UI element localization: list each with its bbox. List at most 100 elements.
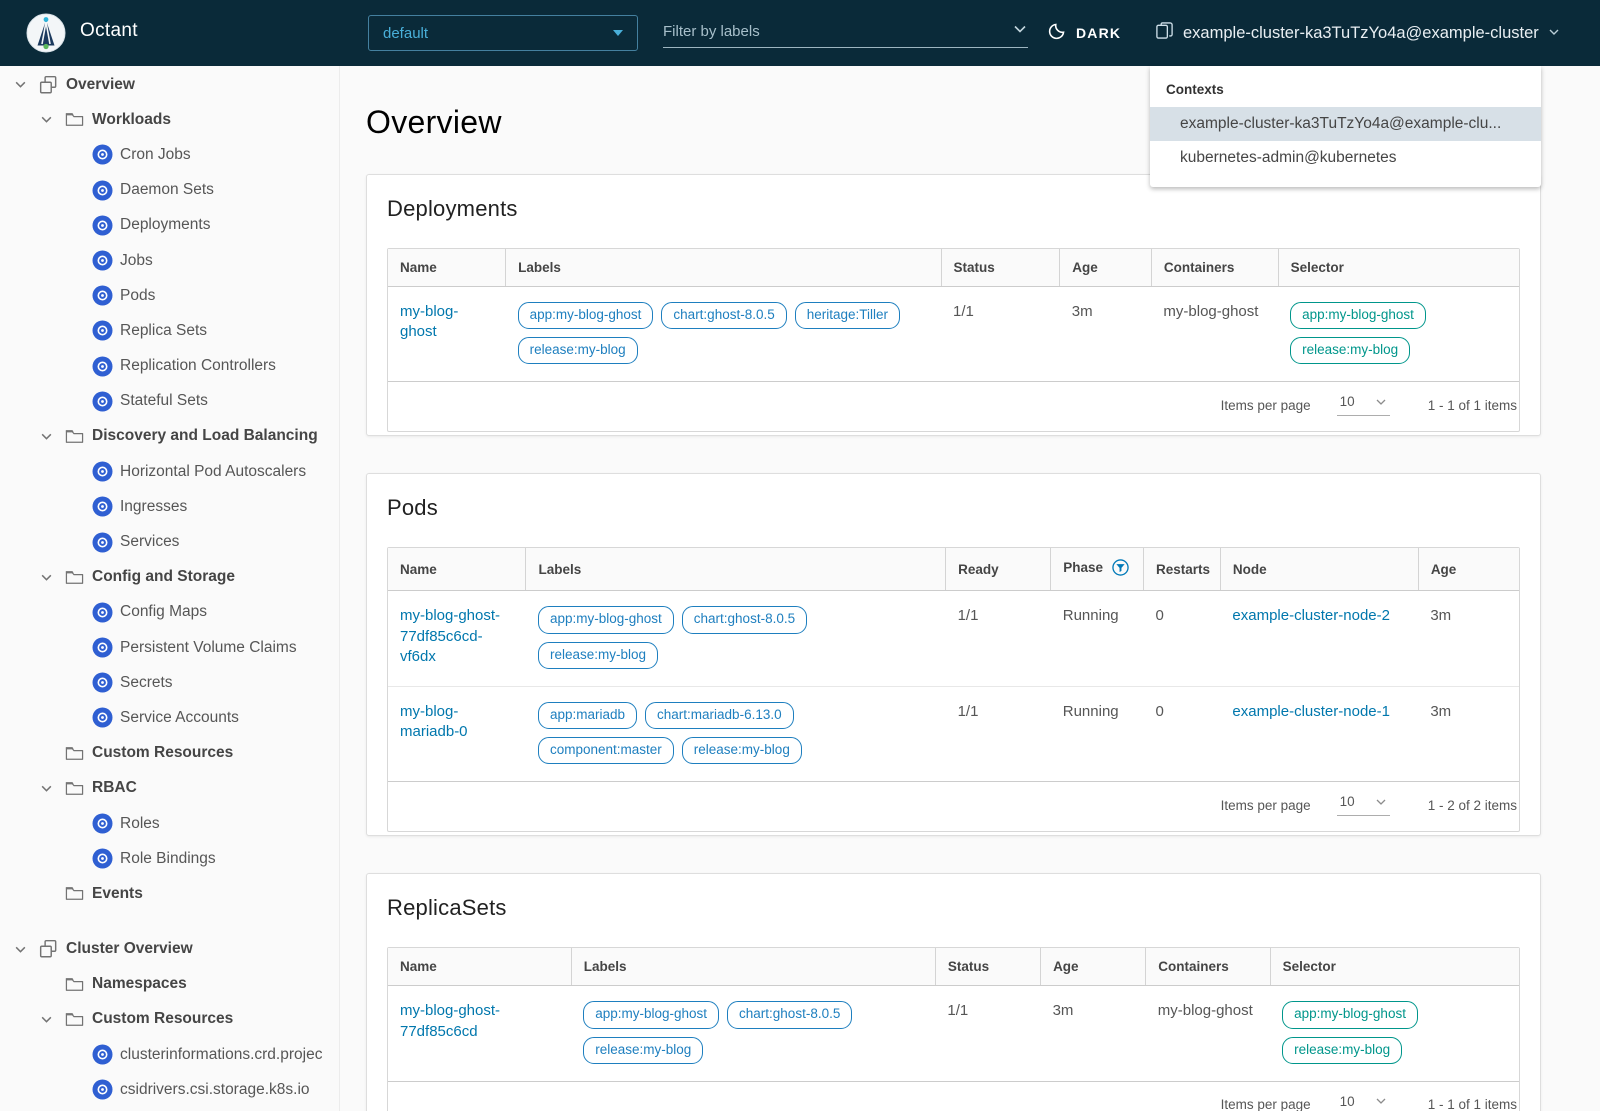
sidebar-item[interactable]: csidrivers.csi.storage.k8s.io	[0, 1072, 339, 1107]
label-tag[interactable]: chart:ghost-8.0.5	[661, 302, 787, 330]
sidebar-item[interactable]: Horizontal Pod Autoscalers	[0, 454, 339, 489]
label-tag[interactable]: component:master	[537, 737, 674, 765]
label-filter-input[interactable]	[663, 23, 1012, 40]
label-tag[interactable]: chart:mariadb-6.13.0	[645, 701, 794, 730]
label-tag[interactable]: chart:ghost-8.0.5	[681, 606, 808, 634]
chevron-down-icon[interactable]	[38, 571, 54, 584]
label-tag[interactable]: release:my-blog	[1290, 337, 1411, 365]
column-header: Selector	[1277, 249, 1519, 287]
label-tag[interactable]: app:mariadb	[537, 701, 638, 730]
folder-icon	[64, 885, 85, 902]
sidebar-item[interactable]: Workloads	[0, 102, 339, 137]
sidebar-item[interactable]: Role Bindings	[0, 841, 339, 876]
app-header: Octant default DARK example-cluster-ka3T…	[0, 0, 1600, 66]
context-menu-item[interactable]: kubernetes-admin@kubernetes	[1150, 141, 1541, 175]
card-title: ReplicaSets	[387, 895, 507, 921]
sidebar-item-label: Overview	[66, 75, 135, 93]
label-tag[interactable]: release:my-blog	[681, 737, 802, 765]
sidebar-item[interactable]: Stateful Sets	[0, 384, 339, 419]
card-title: Pods	[387, 495, 438, 521]
column-header: Labels	[525, 548, 946, 592]
sidebar-nav: Overview Workloads Cron Jobs Daemon Sets Dep…	[0, 66, 340, 1111]
sidebar-item[interactable]: Custom Resources	[0, 736, 339, 771]
label-tag[interactable]: release:my-blog	[517, 337, 638, 365]
table-row: my-blog-ghost-77df85c6cd app:my-blog-ghos…	[388, 986, 1519, 1081]
sidebar-item[interactable]: Ingresses	[0, 489, 339, 524]
column-header: Selector	[1269, 948, 1519, 987]
sidebar-item[interactable]: Replication Controllers	[0, 349, 339, 384]
resource-link[interactable]: my-blog-ghost-77df85c6cd-vf6dx	[400, 607, 500, 665]
sidebar-item[interactable]: Pods	[0, 278, 339, 313]
folder-icon	[64, 1011, 85, 1028]
column-header: Labels	[505, 249, 942, 287]
sidebar-item[interactable]: Replica Sets	[0, 313, 339, 348]
cell-text: 3m	[1430, 607, 1452, 625]
items-per-page-select[interactable]: 10	[1337, 1094, 1390, 1111]
sidebar-item[interactable]: Overview	[0, 67, 339, 102]
sidebar-item[interactable]: clusterinformations.crd.projec	[0, 1037, 339, 1072]
resource-link[interactable]: my-blog-ghost	[400, 303, 458, 340]
sidebar-item[interactable]: Persistent Volume Claims	[0, 630, 339, 665]
table-row: my-blog-ghost app:my-blog-ghost chart:ghos…	[388, 287, 1519, 382]
sidebar-item[interactable]: Services	[0, 524, 339, 559]
sidebar-item[interactable]: Secrets	[0, 665, 339, 700]
items-per-page-label: Items per page	[1220, 797, 1311, 813]
label-tag[interactable]: app:my-blog-ghost	[537, 606, 674, 634]
cell-text: 1/1	[957, 702, 979, 720]
label-tag[interactable]: app:my-blog-ghost	[1282, 1001, 1418, 1029]
label-tag[interactable]: chart:ghost-8.0.5	[727, 1001, 853, 1029]
cell-text: 3m	[1052, 1002, 1074, 1020]
chevron-down-icon[interactable]	[38, 1013, 54, 1026]
sidebar-item-label: Replica Sets	[120, 321, 208, 339]
sidebar-item[interactable]: Events	[0, 876, 339, 911]
sidebar-item[interactable]: Discovery and Load Balancing	[0, 419, 339, 454]
sidebar-item[interactable]: Service Accounts	[0, 700, 339, 735]
theme-toggle[interactable]: DARK	[1048, 0, 1121, 66]
filter-icon[interactable]	[1112, 559, 1129, 579]
resource-link[interactable]: example-cluster-node-2	[1232, 607, 1390, 624]
card-deployments: Deployments Name Labels Status Age Containers…	[366, 174, 1541, 437]
cell-text: Running	[1062, 607, 1119, 625]
chevron-down-icon[interactable]	[38, 113, 54, 126]
chevron-down-icon[interactable]	[12, 78, 28, 91]
sidebar-item-label: Daemon Sets	[120, 181, 214, 199]
label-tag[interactable]: app:my-blog-ghost	[1290, 302, 1426, 330]
label-tag[interactable]: release:my-blog	[537, 641, 659, 669]
namespace-select[interactable]: default	[368, 15, 638, 51]
sidebar-item[interactable]: Config Maps	[0, 595, 339, 630]
octant-logo-icon	[26, 13, 66, 53]
sidebar-item[interactable]: Roles	[0, 806, 339, 841]
resource-icon	[92, 496, 113, 517]
label-tag[interactable]: release:my-blog	[583, 1036, 704, 1064]
context-switcher-button[interactable]: example-cluster-ka3TuTzYo4a@example-clus…	[1155, 0, 1560, 66]
cell-text: 0	[1155, 607, 1164, 625]
items-per-page-select[interactable]: 10	[1336, 394, 1390, 417]
items-per-page-select[interactable]: 10	[1336, 794, 1390, 817]
sidebar-item[interactable]: Cluster Overview	[0, 932, 339, 967]
resource-link[interactable]: my-blog-mariadb-0	[400, 703, 468, 740]
resource-icon	[92, 144, 113, 165]
cell-text: my-blog-ghost	[1163, 303, 1259, 320]
label-tag[interactable]: app:my-blog-ghost	[583, 1001, 720, 1029]
chevron-down-icon[interactable]	[38, 782, 54, 795]
chevron-down-icon[interactable]	[1012, 21, 1028, 42]
column-header: Name	[388, 548, 526, 592]
resource-link[interactable]: example-cluster-node-1	[1232, 703, 1390, 720]
sidebar-item[interactable]: RBAC	[0, 771, 339, 806]
label-tag[interactable]: release:my-blog	[1282, 1036, 1403, 1064]
label-tag[interactable]: app:my-blog-ghost	[517, 302, 654, 330]
sidebar-item[interactable]: Cron Jobs	[0, 137, 339, 172]
sidebar-item[interactable]: Namespaces	[0, 967, 339, 1002]
context-menu-item[interactable]: example-cluster-ka3TuTzYo4a@example-clu.…	[1150, 107, 1541, 141]
chevron-down-icon[interactable]	[12, 943, 28, 956]
pagination-range: 1 - 2 of 2 items	[1427, 797, 1517, 813]
chevron-down-icon[interactable]	[38, 430, 54, 443]
sidebar-item[interactable]: Custom Resources	[0, 1002, 339, 1037]
sidebar-item[interactable]: Deployments	[0, 208, 339, 243]
sidebar-item[interactable]: Daemon Sets	[0, 173, 339, 208]
sidebar-item[interactable]: Jobs	[0, 243, 339, 278]
resource-link[interactable]: my-blog-ghost-77df85c6cd	[400, 1002, 500, 1039]
sidebar-item-label: Events	[92, 884, 143, 902]
label-tag[interactable]: heritage:Tiller	[794, 302, 901, 330]
sidebar-item[interactable]: Config and Storage	[0, 560, 339, 595]
